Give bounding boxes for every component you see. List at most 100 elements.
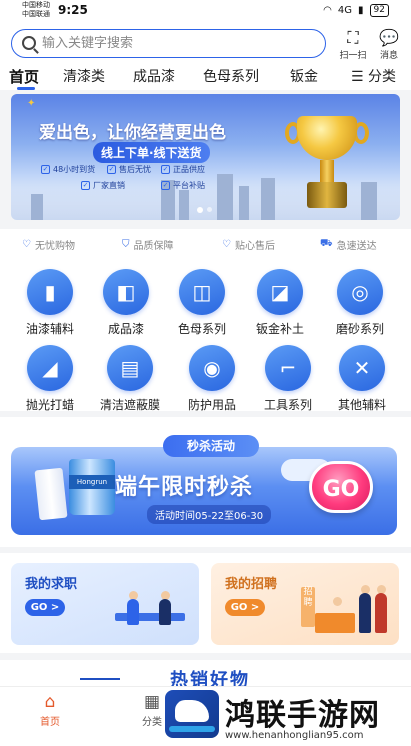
heart-icon: ♡	[222, 239, 231, 250]
job-seeking-title: 我的求职	[25, 577, 78, 592]
job-seeking-card[interactable]: 我的求职 GO >	[11, 563, 199, 645]
truck-icon: ⛟	[320, 238, 333, 249]
category-tabs: 首页 清漆类 成品漆 色母系列 钣金 ☰ 分类	[0, 66, 411, 90]
nav-category-label: 分类	[142, 717, 162, 728]
category-grid: ▮ 油漆辅料 ◧ 成品漆 ◫ 色母系列 ◪ 钣金补土 ◎ 磨砂系列 ◢ 抛光打蜡…	[0, 259, 411, 413]
network-label: 4G	[337, 5, 353, 16]
category-label: 磨砂系列	[335, 322, 384, 336]
job-seeking-go-button[interactable]: GO >	[25, 599, 65, 616]
battery-indicator: 92	[369, 4, 389, 17]
home-icon: ⌂	[44, 692, 56, 712]
watermark-text: 鸿联手游网	[225, 698, 380, 733]
carousel-dot-active	[197, 207, 203, 213]
search-input[interactable]	[42, 33, 312, 54]
category-other[interactable]: ✕ 其他辅料	[322, 345, 402, 413]
message-button[interactable]: 💬 消息	[372, 28, 406, 61]
category-paint-supplies[interactable]: ▮ 油漆辅料	[10, 269, 90, 337]
category-label: 抛光打蜡	[25, 398, 74, 412]
job-hiring-title: 我的招聘	[225, 577, 278, 592]
category-polishing[interactable]: ◢ 抛光打蜡	[10, 345, 90, 413]
category-menu-label: 分类	[368, 69, 396, 85]
bottle-icon: ▮	[27, 269, 73, 315]
tab-home[interactable]: 首页	[9, 66, 39, 90]
wifi-icon: ◠	[323, 5, 332, 16]
check-icon: ✓	[41, 165, 50, 174]
tab-sheet-metal[interactable]: 钣金	[290, 66, 318, 86]
scan-label: 扫一扫	[339, 51, 367, 61]
carrier-1: 中国移动	[22, 1, 50, 9]
check-icon: ✓	[81, 181, 90, 190]
search-icon	[22, 36, 36, 50]
clock: 9:25	[58, 3, 88, 17]
banner-subline: 线上下单·线下送货	[93, 142, 210, 163]
category-tinters[interactable]: ◫ 色母系列	[162, 269, 242, 337]
check-icon: ✓	[161, 165, 170, 174]
guarantee-item: ⛉ 品质保障	[122, 239, 174, 252]
heart-check-icon: ♡	[22, 239, 31, 250]
category-label: 钣金补土	[255, 322, 304, 336]
tab-tinters[interactable]: 色母系列	[203, 66, 259, 86]
tab-varnish[interactable]: 清漆类	[63, 66, 105, 86]
product-tube-image	[34, 467, 68, 521]
gas-mask-icon: ◉	[189, 345, 235, 391]
banner-feature: ✓ 48小时到货	[41, 165, 96, 174]
product-brand: Hongrun	[69, 475, 115, 489]
scan-button[interactable]: ⛶ 扫一扫	[336, 28, 370, 61]
banner-feature: ✓ 售后无忧	[107, 165, 151, 174]
film-roll-icon: ▤	[107, 345, 153, 391]
tab-finished-paint[interactable]: 成品漆	[133, 66, 175, 86]
header: ⛶ 扫一扫 💬 消息	[0, 22, 411, 66]
shield-icon: ⛉	[122, 239, 130, 250]
promo-banner[interactable]: ✦ 爱出色，让你经营更出色 线上下单·线下送货 ✓ 48小时到货 ✓ 售后无忧 ✓ 正…	[11, 94, 400, 220]
message-label: 消息	[379, 51, 398, 61]
category-protection[interactable]: ◉ 防护用品	[172, 345, 252, 413]
search-bar[interactable]	[11, 29, 326, 58]
category-label: 成品漆	[107, 322, 144, 336]
category-sanding[interactable]: ◎ 磨砂系列	[320, 269, 400, 337]
guarantee-item: ⛟ 急速送达	[320, 238, 377, 252]
flash-sale-title: 端午限时秒杀	[115, 475, 254, 500]
jobs-section: 我的求职 GO > 我的招聘 GO > 招聘	[0, 553, 411, 653]
flash-sale-banner[interactable]: Hongrun 端午限时秒杀 活动时间05-22至06-30 GO	[11, 447, 397, 535]
category-masking-film[interactable]: ▤ 清洁遮蔽膜	[90, 345, 170, 413]
category-label: 防护用品	[187, 398, 236, 412]
banner-headline: 爱出色，让你经营更出色	[39, 123, 226, 143]
flash-sale-go-button[interactable]: GO	[309, 461, 373, 513]
watermark-logo-icon	[165, 690, 219, 738]
category-label: 色母系列	[177, 322, 226, 336]
carousel-dot	[207, 207, 212, 212]
category-label: 清洁遮蔽膜	[99, 398, 160, 412]
job-hiring-go-button[interactable]: GO >	[225, 599, 265, 616]
check-icon: ✓	[107, 165, 116, 174]
banner-feature: ✓ 平台补贴	[161, 181, 205, 190]
sanding-disc-icon: ◎	[337, 269, 383, 315]
carousel-indicator	[197, 207, 212, 213]
recruitment-board: 招聘	[301, 587, 315, 627]
site-watermark: 鸿联手游网 www.henanhonglian95.com	[165, 688, 411, 746]
nav-home-label: 首页	[40, 717, 60, 728]
category-tools[interactable]: ⌐ 工具系列	[248, 345, 328, 413]
watermark-url: www.henanhonglian95.com	[225, 730, 364, 741]
cup-icon: ◫	[179, 269, 225, 315]
flash-sale-tag: 秒杀活动	[163, 435, 259, 457]
job-hiring-card[interactable]: 我的招聘 GO > 招聘	[211, 563, 399, 645]
signal-icon: ▮	[358, 5, 364, 16]
guarantee-item: ♡ 无忧购物	[22, 239, 75, 252]
scan-icon: ⛶	[347, 28, 359, 47]
flash-sale-date: 活动时间05-22至06-30	[147, 505, 272, 524]
car-door-icon: ◪	[257, 269, 303, 315]
category-finished-paint[interactable]: ◧ 成品漆	[86, 269, 166, 337]
flash-sale-section: Hongrun 端午限时秒杀 活动时间05-22至06-30 GO 秒杀活动	[0, 417, 411, 547]
menu-icon: ☰	[350, 69, 364, 85]
nav-home[interactable]: ⌂ 首页	[30, 691, 70, 728]
chat-bubble-icon: 💬	[379, 28, 399, 47]
guarantee-item: ♡ 贴心售后	[222, 239, 275, 252]
category-sheet-metal[interactable]: ◪ 钣金补土	[240, 269, 320, 337]
check-icon: ✓	[161, 181, 170, 190]
category-menu-button[interactable]: ☰ 分类	[351, 66, 396, 86]
carrier-2: 中国联通	[22, 10, 50, 18]
spray-gun-icon: ⌐	[265, 345, 311, 391]
status-icons: ◠ 4G ▮ 92	[323, 4, 389, 17]
category-label: 油漆辅料	[25, 322, 74, 336]
category-label: 其他辅料	[337, 398, 386, 412]
